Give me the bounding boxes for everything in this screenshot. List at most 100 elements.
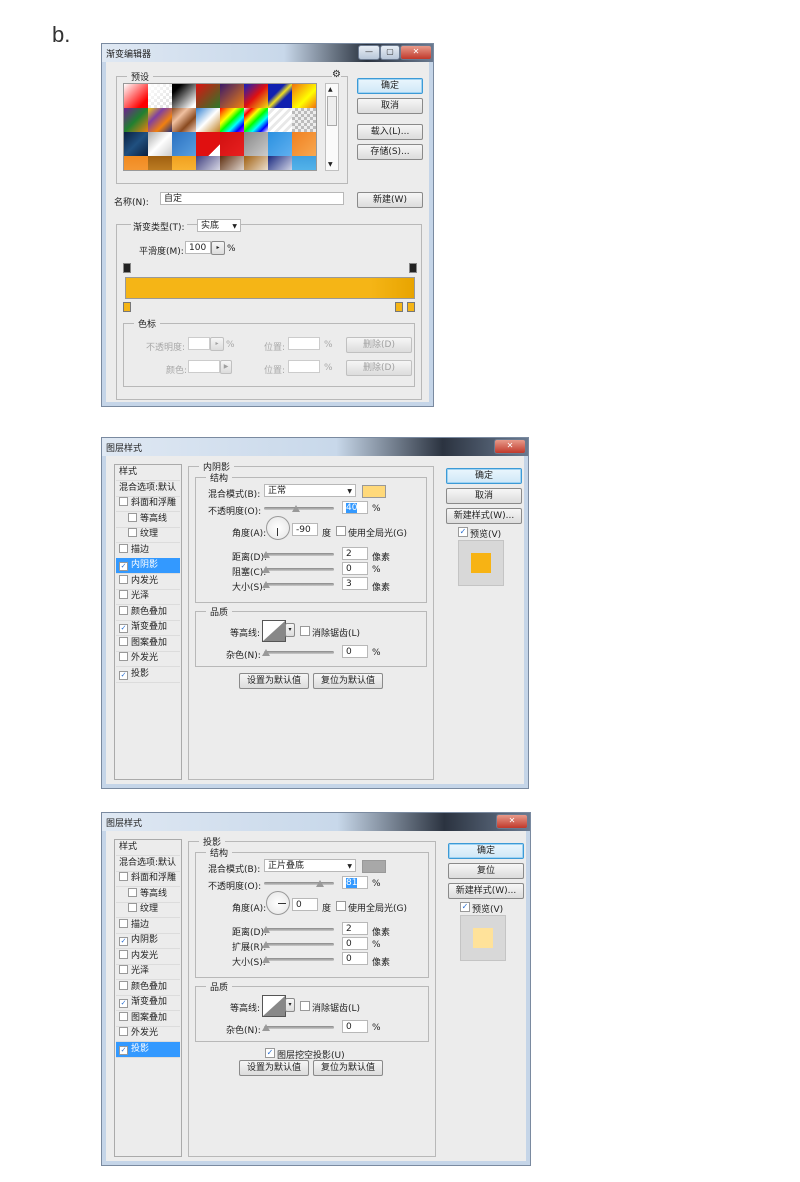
preset-swatch[interactable] xyxy=(124,156,148,170)
noise-field[interactable]: 0 xyxy=(342,1020,368,1033)
style-list-item[interactable]: ✓ 投影 xyxy=(116,1041,180,1058)
size-slider-track[interactable] xyxy=(264,958,334,961)
blend-mode-dropdown[interactable]: 正片叠底 ▼ xyxy=(264,859,356,872)
scroll-down-arrow[interactable]: ▼ xyxy=(328,161,333,168)
cancel-button[interactable]: 取消 xyxy=(446,488,522,504)
noise-slider-track[interactable] xyxy=(264,651,334,654)
preset-swatch[interactable] xyxy=(148,84,172,108)
noise-slider-thumb[interactable] xyxy=(262,649,270,656)
stop-opacity-location-field[interactable] xyxy=(288,337,320,350)
preset-swatch[interactable] xyxy=(148,132,172,156)
distance-slider-thumb[interactable] xyxy=(262,551,270,558)
noise-field[interactable]: 0 xyxy=(342,645,368,658)
preset-swatch[interactable] xyxy=(244,84,268,108)
noise-slider-thumb[interactable] xyxy=(262,1024,270,1031)
stop-color-swatch[interactable] xyxy=(188,360,220,373)
load-button[interactable]: 载入(L)... xyxy=(357,124,423,140)
style-checkbox[interactable] xyxy=(119,980,128,990)
preset-swatch[interactable] xyxy=(292,156,316,170)
angle-field[interactable]: 0 xyxy=(292,898,318,911)
preset-swatch[interactable] xyxy=(172,108,196,132)
opacity-field[interactable]: 40 xyxy=(342,501,368,514)
preset-swatch[interactable] xyxy=(124,132,148,156)
style-checkbox[interactable] xyxy=(128,528,137,537)
size-field[interactable]: 0 xyxy=(342,952,368,965)
preview-checkbox[interactable]: ✓ xyxy=(460,902,470,912)
opacity-stop-right[interactable] xyxy=(409,263,417,273)
preset-swatch[interactable] xyxy=(220,132,244,156)
distance-slider-track[interactable] xyxy=(264,928,334,931)
shadow-color-swatch[interactable] xyxy=(362,485,386,498)
preset-swatch[interactable] xyxy=(172,132,196,156)
style-checkbox[interactable]: ✓ xyxy=(119,1045,128,1055)
style-list-item[interactable]: 等高线 xyxy=(116,887,180,903)
style-checkbox[interactable] xyxy=(119,636,128,646)
style-checkbox[interactable] xyxy=(128,903,137,912)
style-list-item[interactable]: 光泽 xyxy=(116,589,180,605)
style-list-item[interactable]: 内发光 xyxy=(116,949,180,965)
preset-swatch[interactable] xyxy=(196,84,220,108)
preset-swatch[interactable] xyxy=(244,108,268,132)
stop-opacity-delete-button[interactable]: 删除(D) xyxy=(346,337,412,353)
style-checkbox[interactable] xyxy=(119,543,128,553)
stop-color-delete-button[interactable]: 删除(D) xyxy=(346,360,412,376)
size-slider-track[interactable] xyxy=(264,583,334,586)
ok-button[interactable]: 确定 xyxy=(446,468,522,484)
style-list-item[interactable]: ✓ 投影 xyxy=(116,667,180,683)
global-light-checkbox[interactable] xyxy=(336,901,346,911)
style-checkbox[interactable] xyxy=(119,949,128,959)
new-style-button[interactable]: 新建样式(W)... xyxy=(446,508,522,524)
style-list-item[interactable]: 样式 xyxy=(116,840,180,856)
preset-swatch[interactable] xyxy=(244,156,268,170)
knockout-checkbox[interactable]: ✓ xyxy=(265,1048,275,1058)
preset-swatch[interactable] xyxy=(244,132,268,156)
angle-dial[interactable] xyxy=(266,891,290,915)
style-list-item[interactable]: 描边 xyxy=(116,918,180,934)
style-checkbox[interactable]: ✓ xyxy=(119,670,128,680)
preset-swatch[interactable] xyxy=(292,108,316,132)
style-checkbox[interactable]: ✓ xyxy=(119,562,128,571)
style-checkbox[interactable] xyxy=(119,872,128,881)
preset-swatch[interactable] xyxy=(268,108,292,132)
preset-swatch[interactable] xyxy=(172,156,196,170)
preset-swatch[interactable] xyxy=(124,108,148,132)
preset-swatch[interactable] xyxy=(196,108,220,132)
stop-opacity-stepper[interactable]: ▸ xyxy=(210,337,224,351)
smoothness-field[interactable]: 100 xyxy=(185,241,211,254)
spread-slider-thumb[interactable] xyxy=(262,941,270,948)
smoothness-stepper[interactable]: ▸ xyxy=(211,241,225,255)
color-stop-left[interactable] xyxy=(123,302,131,312)
choke-slider-thumb[interactable] xyxy=(262,566,270,573)
style-checkbox[interactable] xyxy=(128,512,137,522)
preset-swatch[interactable] xyxy=(148,156,172,170)
style-list-item[interactable]: ✓ 内阴影 xyxy=(116,558,180,574)
preview-checkbox[interactable]: ✓ xyxy=(458,527,468,537)
contour-picker[interactable] xyxy=(262,995,286,1017)
style-list-item[interactable]: 纹理 xyxy=(116,902,180,918)
size-slider-thumb[interactable] xyxy=(262,581,270,588)
stop-color-location-field[interactable] xyxy=(288,360,320,373)
opacity-slider-thumb[interactable] xyxy=(292,505,300,512)
style-list-item[interactable]: 颜色叠加 xyxy=(116,605,180,621)
style-checkbox[interactable]: ✓ xyxy=(119,999,128,1008)
choke-slider-track[interactable] xyxy=(264,568,334,571)
preset-swatch[interactable] xyxy=(268,132,292,156)
style-list-item[interactable]: ✓ 渐变叠加 xyxy=(116,620,180,636)
angle-dial[interactable] xyxy=(266,516,290,540)
style-list-item[interactable]: 纹理 xyxy=(116,527,180,543)
style-list-item[interactable]: 图案叠加 xyxy=(116,1011,180,1027)
angle-field[interactable]: -90 xyxy=(292,523,318,536)
ok-button[interactable]: 确定 xyxy=(357,78,423,94)
name-field[interactable]: 自定 xyxy=(160,192,344,205)
style-list-item[interactable]: 等高线 xyxy=(116,512,180,528)
opacity-stop-left[interactable] xyxy=(123,263,131,273)
color-stop-right-2[interactable] xyxy=(407,302,415,312)
style-checkbox[interactable]: ✓ xyxy=(119,937,128,946)
style-list-item[interactable]: 样式 xyxy=(116,465,180,481)
maximize-button[interactable]: ▢ xyxy=(380,45,400,60)
scroll-thumb[interactable] xyxy=(327,96,337,126)
distance-field[interactable]: 2 xyxy=(342,922,368,935)
contour-dropdown-button[interactable]: ▾ xyxy=(285,998,295,1012)
style-list-item[interactable]: 斜面和浮雕 xyxy=(116,496,180,512)
distance-slider-track[interactable] xyxy=(264,553,334,556)
